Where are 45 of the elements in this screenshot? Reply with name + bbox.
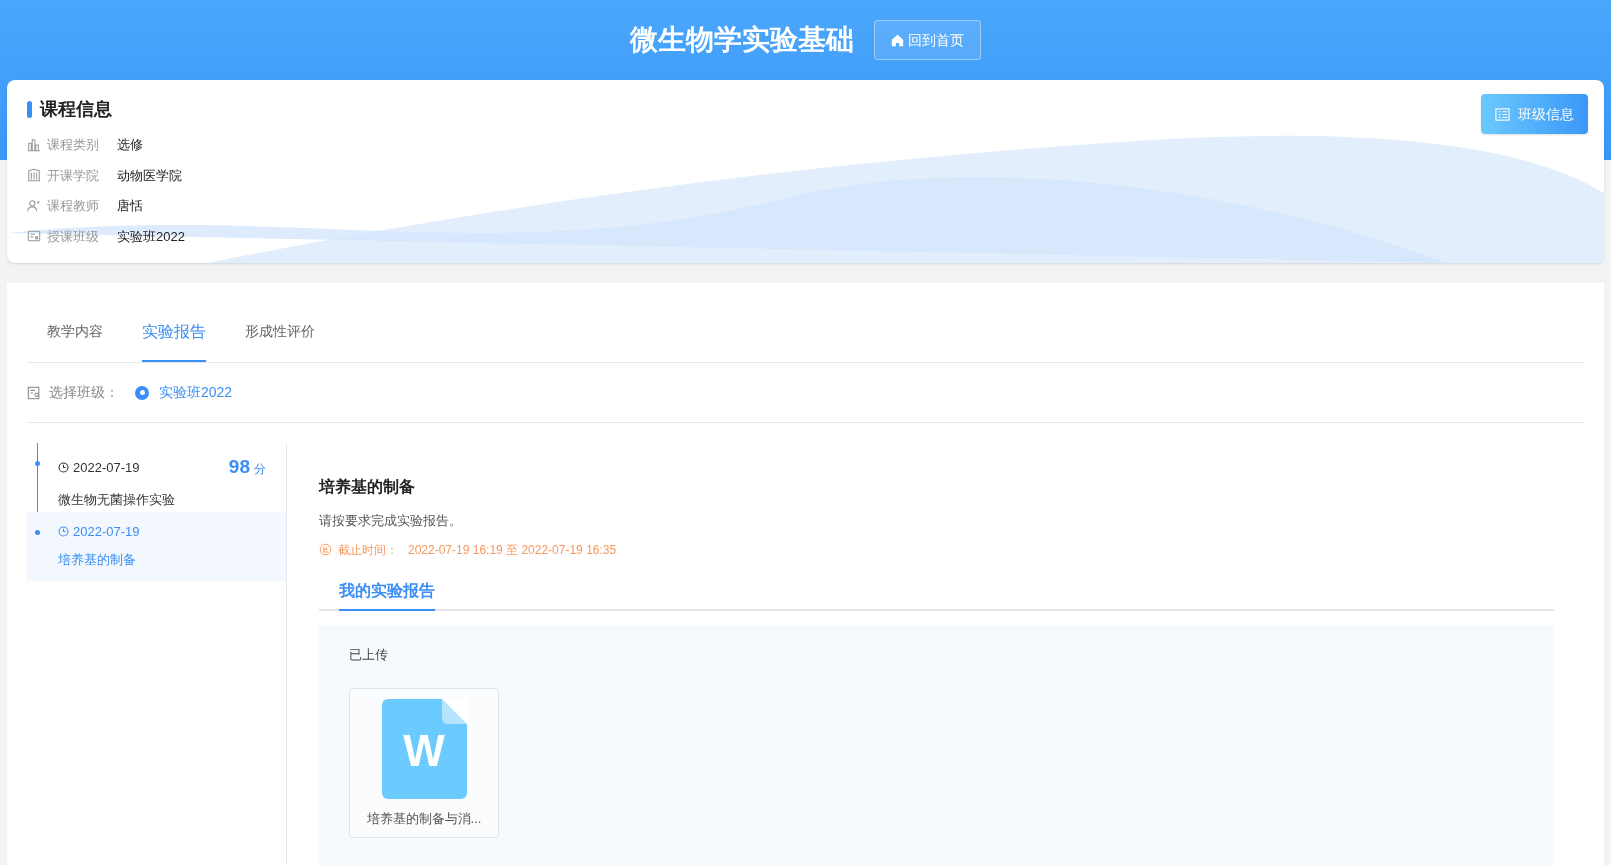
list-card-icon — [1495, 106, 1510, 122]
user-icon — [27, 198, 41, 213]
clock-icon — [58, 526, 69, 538]
deadline-label: 截止时间： — [338, 541, 398, 559]
clock-icon — [58, 461, 69, 473]
section-title: 课程信息 — [40, 98, 112, 121]
tab[interactable]: 实验报告 — [142, 320, 206, 362]
class-radio-option[interactable]: 实验班2022 — [135, 382, 233, 403]
report-title: 培养基的制备 — [319, 477, 416, 497]
score-unit: 分 — [254, 461, 266, 478]
field-value: 唐恬 — [117, 197, 143, 215]
class-card-icon — [27, 229, 41, 244]
sub-tab[interactable]: 我的实验报告 — [339, 578, 435, 611]
title-accent-bar — [27, 101, 32, 118]
tab[interactable]: 形成性评价 — [245, 321, 315, 362]
deadline-icon — [319, 543, 332, 556]
course-title: 微生物学实验基础 — [630, 23, 854, 57]
deadline-value: 2022-07-19 16:19 至 2022-07-19 16:35 — [408, 541, 617, 559]
home-icon — [891, 33, 904, 47]
class-select-icon — [27, 385, 41, 400]
field-label: 课程类别 — [47, 136, 100, 154]
class-info-button[interactable]: 班级信息 — [1481, 94, 1588, 134]
field-label: 课程教师 — [47, 197, 100, 215]
home-button[interactable]: 回到首页 — [874, 20, 981, 60]
timeline-item[interactable]: 2022-07-19 培养基的制备 — [27, 512, 286, 581]
timeline-item[interactable]: 2022-07-19 98 分 微生物无菌操作实验 — [27, 443, 286, 512]
building-icon — [27, 168, 41, 183]
field-value: 选修 — [117, 136, 143, 154]
file-card[interactable]: W 培养基的制备与消... — [349, 688, 499, 838]
file-name: 培养基的制备与消... — [366, 810, 482, 828]
field-label: 授课班级 — [47, 227, 100, 246]
document-icon: W — [381, 699, 467, 799]
tab[interactable]: 教学内容 — [47, 321, 103, 362]
chart-icon — [27, 137, 41, 152]
report-description: 请按要求完成实验报告。 — [319, 512, 463, 530]
timeline-title: 微生物无菌操作实验 — [58, 490, 176, 509]
field-value: 实验班2022 — [117, 227, 185, 246]
timeline-title: 培养基的制备 — [58, 550, 137, 569]
timeline-date: 2022-07-19 — [73, 523, 140, 541]
field-value: 动物医学院 — [117, 166, 182, 185]
class-select-label: 选择班级： — [49, 383, 119, 402]
timeline-date: 2022-07-19 — [73, 458, 140, 477]
score-value: 98 — [228, 455, 250, 479]
field-label: 开课学院 — [47, 166, 100, 185]
upload-status: 已上传 — [349, 645, 389, 664]
